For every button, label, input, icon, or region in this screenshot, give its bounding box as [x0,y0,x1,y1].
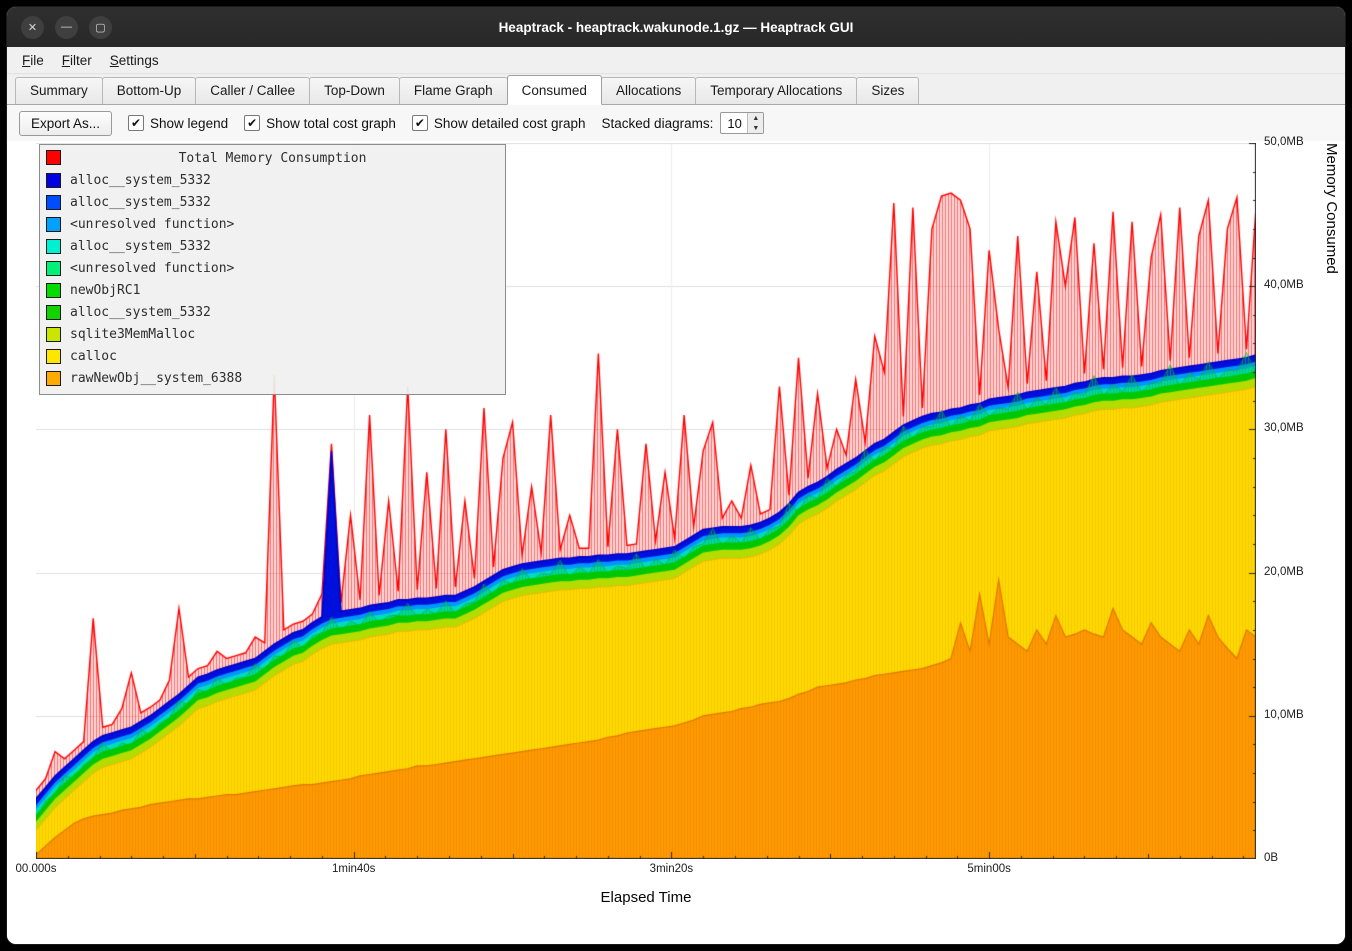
spin-up-icon[interactable]: ▲ [748,113,763,123]
checkbox-box[interactable]: ✔ [244,115,260,131]
tab-sizes[interactable]: Sizes [856,77,919,104]
maximize-button[interactable]: ▢ [89,16,112,39]
chart-panel: Total Memory Consumption alloc__system_5… [7,141,1345,944]
maximize-icon: ▢ [95,21,105,34]
legend-label: newObjRC1 [70,283,140,298]
legend-item: sqlite3MemMalloc [44,323,501,345]
export-as-button[interactable]: Export As... [19,111,112,136]
legend-swatch [46,371,61,386]
legend-swatch [46,173,61,188]
checkbox-label: Show total cost graph [266,116,396,131]
x-tick-0: 00.000s [16,863,57,875]
legend-swatch [46,195,61,210]
legend-swatch [46,239,61,254]
legend-title: Total Memory Consumption [179,151,367,166]
x-tick-200: 3min20s [650,863,693,875]
menu-item-settings[interactable]: Settings [101,50,168,71]
y-tick-30: 30,0MB [1264,422,1304,434]
menu-bar: FileFilterSettings [7,47,1345,74]
y-tick-40: 40,0MB [1264,279,1304,291]
chart-legend: Total Memory Consumption alloc__system_5… [39,144,506,395]
tab-top-down[interactable]: Top-Down [309,77,400,104]
legend-item: alloc__system_5332 [44,169,501,191]
legend-label: alloc__system_5332 [70,305,211,320]
legend-swatch [46,305,61,320]
checkbox-box[interactable]: ✔ [412,115,428,131]
tab-consumed[interactable]: Consumed [507,75,602,105]
legend-label: calloc [70,349,117,364]
window-controls: ✕ — ▢ [21,7,112,47]
y-axis-tick-labels: 0B10,0MB20,0MB30,0MB40,0MB50,0MB [1260,143,1326,859]
x-axis-tick-labels: 00.000s1min40s3min20s5min00s [36,863,1256,879]
legend-item: rawNewObj__system_6388 [44,367,501,389]
checkbox-label: Show legend [150,116,228,131]
legend-label: alloc__system_5332 [70,239,211,254]
legend-label: rawNewObj__system_6388 [70,371,242,386]
window-title: Heaptrack - heaptrack.wakunode.1.gz — He… [499,20,854,35]
tab-allocations[interactable]: Allocations [601,77,696,104]
minimize-button[interactable]: — [55,16,78,39]
checkbox-group: ✔ Show legend ✔ Show total cost graph ✔ Show … [128,115,586,131]
legend-swatch [46,283,61,298]
close-button[interactable]: ✕ [21,16,44,39]
menu-item-filter[interactable]: Filter [53,50,101,71]
y-tick-20: 20,0MB [1264,566,1304,578]
y-tick-0: 0B [1264,852,1278,864]
legend-item: alloc__system_5332 [44,301,501,323]
legend-item: alloc__system_5332 [44,191,501,213]
legend-swatch [46,327,61,342]
legend-label: alloc__system_5332 [70,173,211,188]
stacked-diagrams-label: Stacked diagrams: [602,116,714,131]
legend-label: sqlite3MemMalloc [70,327,195,342]
legend-item: alloc__system_5332 [44,235,501,257]
checkbox-show-detailed-cost-graph[interactable]: ✔ Show detailed cost graph [412,115,586,131]
legend-swatch [46,349,61,364]
tab-flame-graph[interactable]: Flame Graph [399,77,508,104]
checkbox-label: Show detailed cost graph [434,116,586,131]
legend-item: <unresolved function> [44,257,501,279]
y-tick-50: 50,0MB [1264,136,1304,148]
checkbox-show-total-cost-graph[interactable]: ✔ Show total cost graph [244,115,396,131]
spinbox-arrows: ▲ ▼ [747,113,763,133]
stacked-diagrams-control: Stacked diagrams: 10 ▲ ▼ [602,112,765,134]
y-tick-10: 10,0MB [1264,709,1304,721]
total-consumption-swatch [46,150,61,165]
menu-item-file[interactable]: File [13,50,53,71]
checkbox-box[interactable]: ✔ [128,115,144,131]
legend-item: <unresolved function> [44,213,501,235]
tab-temporary-allocations[interactable]: Temporary Allocations [695,77,857,104]
stacked-diagrams-value[interactable]: 10 [721,113,747,133]
tab-summary[interactable]: Summary [15,77,103,104]
legend-swatch [46,261,61,276]
stacked-diagrams-spinbox[interactable]: 10 ▲ ▼ [720,112,764,134]
y-axis-title: Memory Consumed [1323,143,1340,859]
legend-title-row: Total Memory Consumption [44,148,501,169]
close-icon: ✕ [28,21,37,34]
heaptrack-window: ✕ — ▢ Heaptrack - heaptrack.wakunode.1.gz … [6,6,1346,945]
tab-caller-callee[interactable]: Caller / Callee [195,77,310,104]
legend-swatch [46,217,61,232]
minimize-icon: — [61,21,72,33]
x-tick-100: 1min40s [332,863,375,875]
tab-bar: SummaryBottom-UpCaller / CalleeTop-DownF… [7,74,1345,105]
tab-bottom-up[interactable]: Bottom-Up [102,77,197,104]
legend-item: newObjRC1 [44,279,501,301]
spin-down-icon[interactable]: ▼ [748,123,763,133]
legend-rows: alloc__system_5332 alloc__system_5332 <unr… [44,169,501,389]
x-axis-title: Elapsed Time [36,889,1256,906]
legend-label: <unresolved function> [70,261,234,276]
legend-item: calloc [44,345,501,367]
x-tick-300: 5min00s [967,863,1010,875]
legend-label: alloc__system_5332 [70,195,211,210]
toolbar: Export As... ✔ Show legend ✔ Show total cos… [7,105,1345,141]
checkbox-show-legend[interactable]: ✔ Show legend [128,115,228,131]
title-bar[interactable]: ✕ — ▢ Heaptrack - heaptrack.wakunode.1.gz … [7,7,1345,47]
legend-label: <unresolved function> [70,217,234,232]
